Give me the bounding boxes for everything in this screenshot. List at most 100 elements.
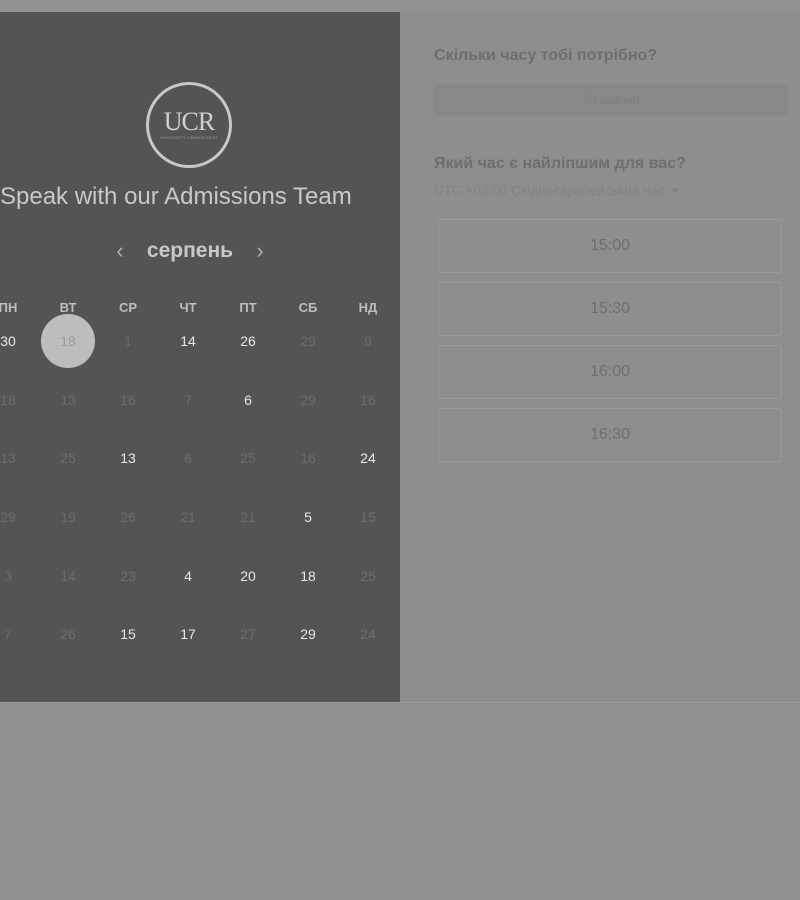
calendar-day: 13	[0, 430, 38, 486]
duration-label: Скільки часу тобі потрібно?	[434, 47, 658, 64]
calendar-day-number: 21	[180, 509, 196, 526]
calendar-day-number: 27	[240, 626, 256, 643]
calendar-day: 9	[338, 313, 398, 369]
calendar-day[interactable]: 17	[158, 606, 218, 662]
calendar-day-number: 25	[240, 450, 256, 467]
calendar-week: 18 13 16 7 6 29 16	[0, 371, 398, 430]
calendar-day-number: 30	[0, 333, 16, 350]
calendar-day: 19	[38, 489, 98, 545]
calendar-day: 23	[98, 548, 158, 604]
calendar-day-number: 4	[184, 567, 192, 584]
calendar-day-number: 29	[300, 391, 316, 408]
calendar-day-number: 18	[60, 333, 76, 350]
timezone-value: UTC +03:00 Східноєвропейський час	[434, 183, 665, 198]
calendar-day-number: 26	[240, 333, 256, 350]
calendar-day[interactable]: 24	[338, 430, 398, 486]
calendar-day-number: 25	[60, 450, 76, 467]
calendar-day-number: 24	[360, 450, 376, 467]
logo-text: UCR	[163, 107, 215, 136]
timezone-select[interactable]: UTC +03:00 Східноєвропейський час ▼	[434, 183, 679, 198]
calendar-day-number: 16	[300, 450, 316, 467]
calendar-day: 25	[338, 548, 398, 604]
calendar-day-number: 18	[0, 391, 16, 408]
calendar-day[interactable]: 20	[218, 548, 278, 604]
calendar-day[interactable]: 14	[158, 313, 218, 369]
calendar-day: 7	[0, 606, 38, 662]
calendar-day-number: 16	[120, 391, 136, 408]
calendar-day: 25	[218, 430, 278, 486]
calendar-week: 7 26 15 17 27 29 24	[0, 605, 398, 664]
calendar-day[interactable]: 6	[218, 372, 278, 428]
calendar-day-number: 16	[360, 391, 376, 408]
calendar-day-number: 26	[60, 626, 76, 643]
calendar-day[interactable]: 30	[0, 313, 38, 369]
calendar-day[interactable]: 13	[98, 430, 158, 486]
duration-select[interactable]: 30 хвилин	[434, 84, 788, 116]
calendar-day-number: 15	[360, 509, 376, 526]
calendar-week: 13 25 13 6 25 16 24	[0, 429, 398, 488]
calendar-day-number: 14	[60, 567, 76, 584]
chevron-right-icon[interactable]: ›	[250, 238, 270, 264]
calendar-day-number: 1	[124, 333, 132, 350]
calendar-day: 1	[98, 313, 158, 369]
time-label: Який час є найліпшим для вас?	[434, 155, 686, 172]
calendar-day-selected[interactable]: 18	[38, 313, 98, 369]
calendar-day[interactable]: 5	[278, 489, 338, 545]
time-slot[interactable]: 15:30	[438, 282, 782, 336]
calendar-panel: UCR UNIVERSITY CANADA WEST Speak with ou…	[0, 12, 400, 702]
calendar-day-number: 26	[120, 509, 136, 526]
calendar-day-number: 25	[360, 567, 376, 584]
calendar-day-number: 5	[304, 509, 312, 526]
caret-down-icon: ▼	[670, 185, 680, 196]
calendar-day[interactable]: 15	[98, 606, 158, 662]
chevron-left-icon[interactable]: ‹	[110, 238, 130, 264]
booking-card: UCR UNIVERSITY CANADA WEST Speak with ou…	[0, 12, 800, 703]
calendar-day: 16	[338, 372, 398, 428]
calendar-day-number: 21	[240, 509, 256, 526]
calendar-day-number: 7	[184, 391, 192, 408]
calendar-day-number: 14	[180, 333, 196, 350]
calendar-day-number: 29	[0, 509, 16, 526]
calendar-day: 6	[158, 430, 218, 486]
time-slot[interactable]: 16:30	[438, 408, 782, 462]
page-title: Speak with our Admissions Team	[0, 183, 352, 210]
ucr-logo: UCR UNIVERSITY CANADA WEST	[146, 82, 232, 168]
calendar-day[interactable]: 18	[278, 548, 338, 604]
calendar-week: 29 19 26 21 21 5 15	[0, 488, 398, 547]
calendar-day-number: 29	[300, 333, 316, 350]
calendar-day-number: 20	[240, 567, 256, 584]
calendar-day: 27	[218, 606, 278, 662]
calendar-day: 15	[338, 489, 398, 545]
month-label: серпень	[146, 239, 234, 262]
calendar-day: 7	[158, 372, 218, 428]
calendar-day: 21	[218, 489, 278, 545]
calendar-day-number: 6	[184, 450, 192, 467]
calendar-day-number: 17	[180, 626, 196, 643]
calendar-day-number: 23	[120, 567, 136, 584]
calendar-day: 13	[38, 372, 98, 428]
calendar-day-number: 6	[244, 391, 252, 408]
time-slot[interactable]: 15:00	[438, 219, 782, 273]
calendar-day-number: 19	[60, 509, 76, 526]
calendar-day-number: 9	[364, 333, 372, 350]
calendar-day: 25	[38, 430, 98, 486]
calendar-day: 3	[0, 548, 38, 604]
calendar-day: 29	[278, 313, 338, 369]
calendar-day: 18	[0, 372, 38, 428]
calendar-day-number: 13	[0, 450, 16, 467]
month-navigation: ‹ серпень ›	[110, 236, 270, 266]
calendar-day: 14	[38, 548, 98, 604]
calendar-week: 3 14 23 4 20 18 25	[0, 546, 398, 605]
calendar-day: 29	[0, 489, 38, 545]
calendar-day[interactable]: 29	[278, 606, 338, 662]
calendar-day-number: 13	[120, 450, 136, 467]
calendar-day: 26	[38, 606, 98, 662]
time-slot[interactable]: 16:00	[438, 345, 782, 399]
calendar-day: 24	[338, 606, 398, 662]
calendar-day[interactable]: 26	[218, 313, 278, 369]
calendar-day-number: 18	[300, 567, 316, 584]
calendar-day: 16	[98, 372, 158, 428]
calendar-day[interactable]: 4	[158, 548, 218, 604]
calendar-day-number: 3	[4, 567, 12, 584]
calendar-day: 21	[158, 489, 218, 545]
